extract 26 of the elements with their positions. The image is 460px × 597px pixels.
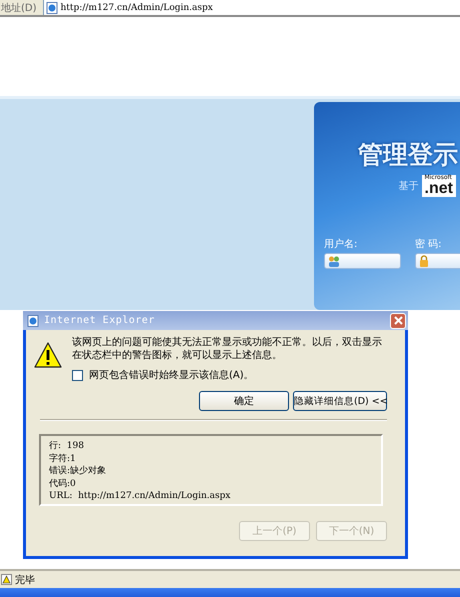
warning-icon xyxy=(34,342,62,368)
ie-icon xyxy=(27,314,39,326)
checkbox[interactable] xyxy=(72,370,83,380)
close-icon xyxy=(394,316,402,325)
warning-icon[interactable] xyxy=(1,574,12,585)
lock-icon xyxy=(419,255,429,267)
password-label: 密 码: xyxy=(415,238,443,251)
panel-title: 管理登示 xyxy=(358,139,458,171)
detail-line: 代码:0 xyxy=(49,478,77,490)
error-message: 该网页上的问题可能使其无法正常显示或功能不正常。以后，双击显示在状态栏中的警告图标，就可以显示上述信息。 xyxy=(72,336,382,362)
address-field[interactable]: http://m127.cn/Admin/Login.aspx xyxy=(42,0,460,15)
detail-line: 行: 198 xyxy=(49,440,85,452)
status-text: 完毕 xyxy=(15,574,35,586)
users-icon xyxy=(328,256,340,266)
address-label: 地址(D) xyxy=(0,2,38,14)
detail-line: 字符:1 xyxy=(49,452,77,465)
detail-line: 错误:缺少对象 xyxy=(49,465,108,478)
ok-button[interactable]: 确定 xyxy=(199,391,289,411)
username-label: 用户名: xyxy=(324,238,358,251)
page-icon xyxy=(46,2,58,14)
close-button[interactable] xyxy=(390,312,406,328)
based-on-label: 基于 xyxy=(398,180,419,193)
checkbox-label: 网页包含错误时始终显示该信息(A)。 xyxy=(89,368,254,382)
username-field[interactable] xyxy=(324,253,401,269)
dialog-title: Internet Explorer xyxy=(44,315,156,326)
detail-line: URL: http://m127.cn/Admin/Login.aspx xyxy=(49,490,232,502)
